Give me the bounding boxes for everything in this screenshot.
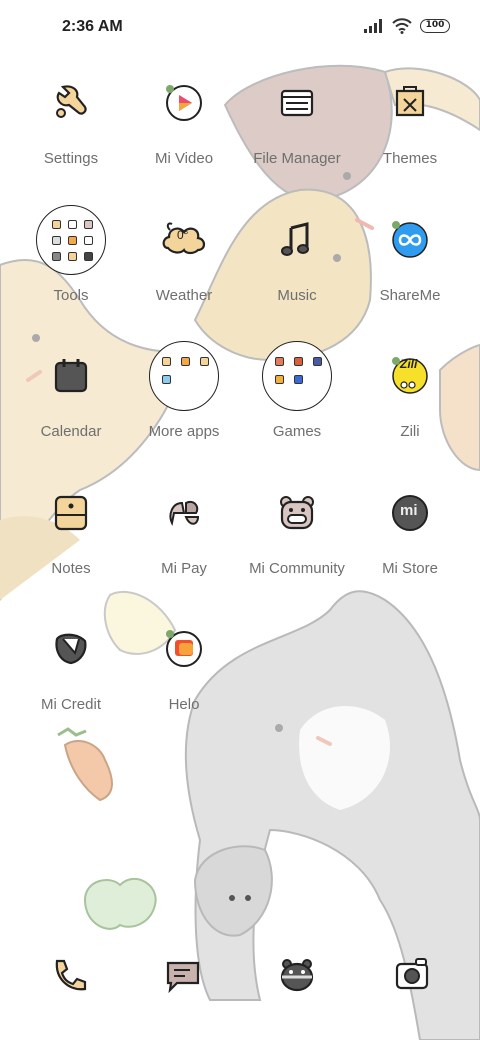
app-games[interactable]: Games [241, 340, 353, 440]
phone-icon [55, 959, 87, 991]
zili-logo-text: Zili [400, 357, 418, 371]
app-weather[interactable]: 0° Weather [128, 204, 240, 304]
mi-community-icon [280, 496, 314, 530]
app-settings[interactable]: Settings [15, 67, 127, 167]
dock-messages[interactable] [147, 939, 219, 1011]
more-apps-folder-icon [149, 341, 219, 411]
app-label: Mi Credit [40, 696, 101, 713]
app-label: Calendar [40, 423, 102, 440]
signal-icon [364, 19, 382, 33]
status-time: 2:36 AM [62, 18, 123, 35]
status-icons: 100 [364, 18, 450, 34]
camera-icon [395, 958, 429, 990]
messages-icon [166, 961, 200, 994]
app-label: Zili [400, 423, 420, 440]
games-folder-icon [262, 341, 332, 411]
app-shareme[interactable]: ShareMe [354, 204, 466, 304]
app-zili[interactable]: Zili Zili [354, 340, 466, 440]
app-label: Helo [168, 696, 200, 713]
app-notes[interactable]: Notes [15, 477, 127, 577]
app-label: ShareMe [379, 287, 441, 304]
themes-icon [395, 86, 425, 117]
status-bar: 2:36 AM 100 [0, 0, 480, 56]
app-label: Games [272, 423, 322, 440]
folder-icon [280, 89, 314, 117]
app-themes[interactable]: Themes [354, 67, 466, 167]
tools-folder-icon [36, 205, 106, 275]
app-label: Notes [51, 560, 91, 577]
app-label: Mi Community [249, 560, 345, 577]
weather-temp: 0° [177, 228, 189, 242]
app-mi-pay[interactable]: Mi Pay [128, 477, 240, 577]
app-label: Weather [155, 287, 213, 304]
app-label: Mi Store [382, 560, 438, 577]
app-label: File Manager [253, 150, 341, 167]
mi-pay-icon [169, 501, 200, 527]
dock-camera[interactable] [376, 939, 448, 1011]
helo-icon [166, 630, 202, 667]
battery-indicator: 100 [420, 19, 450, 33]
wifi-icon [392, 18, 412, 34]
app-label: Tools [53, 287, 89, 304]
app-music[interactable]: Music [241, 204, 353, 304]
app-helo[interactable]: Helo [128, 613, 240, 713]
app-tools[interactable]: Tools [15, 204, 127, 304]
browser-icon [280, 959, 314, 992]
dock [0, 944, 480, 1014]
notes-icon [54, 495, 88, 531]
app-file-manager[interactable]: File Manager [241, 67, 353, 167]
app-calendar[interactable]: Calendar [15, 340, 127, 440]
app-label: Mi Pay [161, 560, 207, 577]
play-icon [166, 85, 202, 121]
app-label: Themes [382, 150, 438, 167]
wrench-icon [56, 85, 87, 118]
app-label: More apps [148, 423, 220, 440]
app-label: Music [277, 287, 317, 304]
app-mi-video[interactable]: Mi Video [128, 67, 240, 167]
mi-store-logo-text: mi [400, 502, 418, 519]
app-mi-credit[interactable]: Mi Credit [15, 613, 127, 713]
shareme-icon [392, 221, 428, 258]
app-mi-store[interactable]: mi Mi Store [354, 477, 466, 577]
app-mi-community[interactable]: Mi Community [241, 477, 353, 577]
dock-browser[interactable] [261, 939, 333, 1011]
app-more-apps[interactable]: More apps [128, 340, 240, 440]
app-label: Mi Video [154, 150, 214, 167]
app-label: Settings [43, 150, 99, 167]
mi-credit-icon [55, 633, 87, 665]
calendar-icon [54, 359, 88, 393]
dock-phone[interactable] [33, 939, 105, 1011]
music-note-icon [281, 222, 309, 256]
